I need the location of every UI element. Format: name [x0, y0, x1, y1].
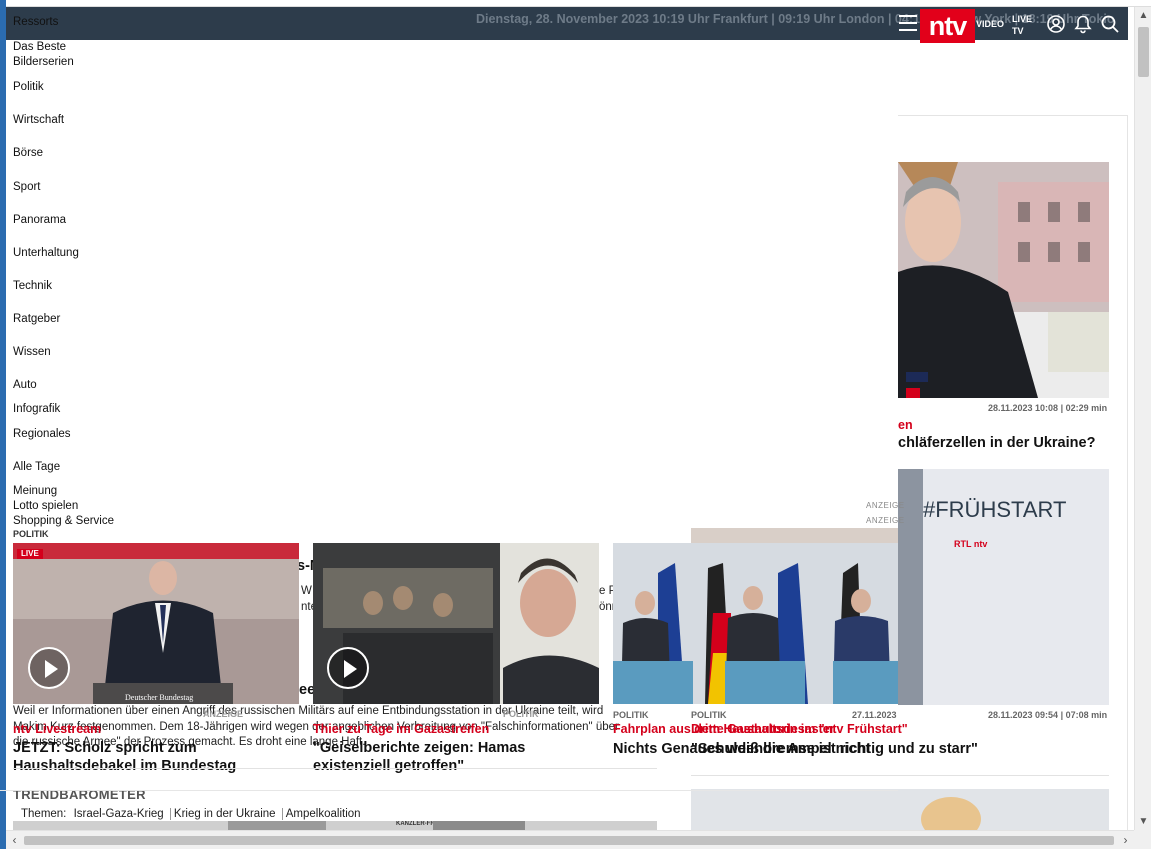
- article-3-image[interactable]: [613, 543, 898, 704]
- ampel-press-image: [613, 543, 898, 704]
- live-tv-label-bottom: TV: [1012, 26, 1024, 36]
- reporter-image: [898, 162, 1109, 398]
- menu-item-ratgeber[interactable]: Ratgeber: [13, 313, 60, 325]
- notification-bell-icon[interactable]: [1073, 14, 1093, 34]
- right-divider: [691, 775, 1109, 776]
- article-4-date: 27.11.2023: [852, 710, 897, 720]
- scroll-right-arrow-icon[interactable]: ›: [1117, 831, 1134, 849]
- theme-link-ukraine[interactable]: Krieg in der Ukraine: [174, 808, 276, 820]
- window-left-edge: [0, 0, 6, 849]
- video-thumbnail-reporter[interactable]: [898, 162, 1109, 398]
- article-1-live-badge: LIVE: [21, 549, 39, 558]
- menu-item-auto[interactable]: Auto: [13, 379, 37, 391]
- fruehstart-brand: RTL ntv: [954, 539, 988, 549]
- article-4-title[interactable]: "Schuldenbremse ist richtig und zu starr…: [691, 740, 978, 758]
- article-2-kicker: Thier zu Tage im Gazastreifen: [313, 722, 490, 736]
- horizontal-scrollbar[interactable]: ‹ ›: [6, 830, 1134, 849]
- menu-item-wissen[interactable]: Wissen: [13, 346, 51, 358]
- trend-thumbnails-strip[interactable]: KANZLER-FRAGE: [13, 821, 657, 830]
- ntv-logo[interactable]: ntv: [920, 9, 975, 43]
- ad-label-1: ANZEIGE: [866, 501, 905, 510]
- search-icon[interactable]: [1100, 14, 1120, 34]
- menu-item-das-beste[interactable]: Das Beste: [13, 41, 66, 53]
- article-3-category: POLITIK: [613, 710, 649, 720]
- theme-link-israel-gaza[interactable]: Israel-Gaza-Krieg: [74, 808, 164, 820]
- video-link[interactable]: VIDEO: [976, 19, 1004, 29]
- article-1-kicker: ntv Livestream: [13, 722, 102, 736]
- scroll-left-arrow-icon[interactable]: ‹: [6, 831, 23, 849]
- menu-item-wirtschaft[interactable]: Wirtschaft: [13, 114, 64, 126]
- menu-item-panorama[interactable]: Panorama: [13, 214, 66, 226]
- background-label-1: ANZEIGE: [203, 709, 244, 719]
- menu-item-meinung[interactable]: Meinung: [13, 485, 57, 497]
- menu-item-lotto-spielen[interactable]: Lotto spielen: [13, 500, 78, 512]
- vertical-scroll-thumb[interactable]: [1138, 27, 1149, 77]
- menu-heading: Ressorts: [13, 16, 59, 28]
- menu-item-sport[interactable]: Sport: [13, 181, 41, 193]
- trend-rule: [0, 790, 898, 791]
- theme-link-ampelkoalition[interactable]: Ampelkoalition: [286, 808, 361, 820]
- article-2-play-icon[interactable]: [327, 647, 369, 689]
- user-account-icon[interactable]: [1046, 14, 1066, 34]
- fruehstart-title: #FRÜHSTART: [923, 497, 1067, 522]
- window-top-strip: [0, 0, 1151, 7]
- menu-item-infografik[interactable]: Infografik: [13, 403, 60, 415]
- bundestag-lectern-label: Deutscher Bundestag: [125, 693, 194, 702]
- next-article-photo: [691, 789, 1109, 830]
- menu-item-alle-tage[interactable]: Alle Tage: [13, 461, 60, 473]
- article-4-kicker: Dritte Gastautorin im "ntv Frühstart": [691, 722, 908, 736]
- vertical-scrollbar[interactable]: ▲ ▼: [1134, 7, 1151, 830]
- video-1-title[interactable]: chläferzellen in der Ukraine?: [898, 434, 1095, 452]
- next-article-image[interactable]: [691, 789, 1109, 830]
- video-1-meta: 28.11.2023 10:08 | 02:29 min: [988, 403, 1108, 413]
- menu-item-politik[interactable]: Politik: [13, 81, 44, 93]
- scroll-down-arrow-icon[interactable]: ▼: [1135, 813, 1151, 830]
- hamburger-menu-icon[interactable]: [899, 15, 917, 31]
- scroll-up-arrow-icon[interactable]: ▲: [1135, 7, 1151, 24]
- background-label-2: POLITIK: [503, 709, 539, 719]
- article-4-category: POLITIK: [691, 710, 727, 720]
- live-tv-link[interactable]: LIVE TV: [1012, 13, 1032, 37]
- video-1-kicker: en: [898, 418, 913, 432]
- background-text-fragment-2: W: [301, 585, 312, 597]
- horizontal-scroll-thumb[interactable]: [24, 836, 1114, 845]
- menu-item-shopping-service[interactable]: Shopping & Service: [13, 515, 114, 527]
- ad-label-2: ANZEIGE: [866, 516, 905, 525]
- video-thumbnail-fruehstart[interactable]: #FRÜHSTART RTL ntv: [898, 469, 1109, 705]
- article-1-play-icon[interactable]: [28, 647, 70, 689]
- themes-label: Themen:: [21, 808, 67, 820]
- menu-item-boerse[interactable]: Börse: [13, 147, 43, 159]
- themes-row: Themen: Israel-Gaza-Krieg Krieg in der U…: [21, 808, 361, 820]
- menu-item-unterhaltung[interactable]: Unterhaltung: [13, 247, 79, 259]
- live-tv-label-top: LIVE: [1012, 14, 1033, 24]
- article-1-category: POLITIK: [13, 529, 49, 539]
- menu-item-technik[interactable]: Technik: [13, 280, 52, 292]
- menu-item-regionales[interactable]: Regionales: [13, 428, 71, 440]
- article-1-title[interactable]: JETZT: Scholz spricht zum Haushaltsdebak…: [13, 739, 293, 775]
- scrollbar-corner: [1134, 830, 1151, 849]
- article-2-title[interactable]: "Geiselberichte zeigen: Hamas existenzie…: [313, 739, 599, 775]
- site-header: Dienstag, 28. November 2023 10:19 Uhr Fr…: [6, 7, 1128, 43]
- article-divider: [13, 768, 657, 769]
- video-2-meta: 28.11.2023 09:54 | 07:08 min: [988, 710, 1108, 720]
- menu-item-bilderserien[interactable]: Bilderserien: [13, 56, 74, 68]
